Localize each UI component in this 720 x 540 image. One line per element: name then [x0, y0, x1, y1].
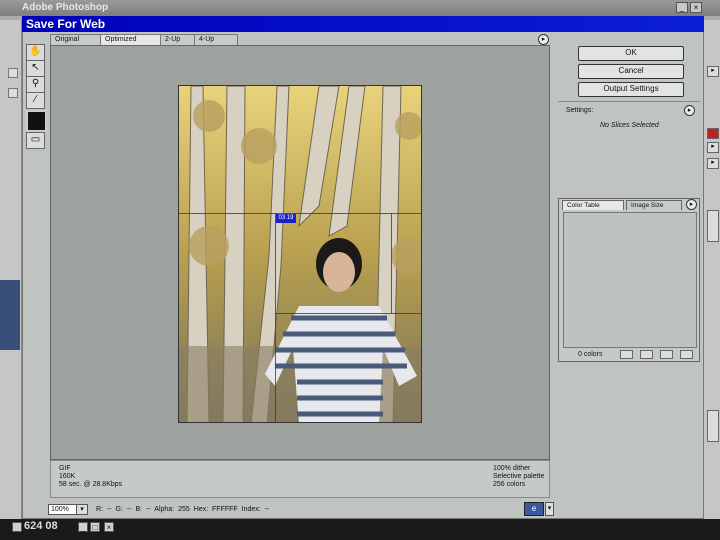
minimize-icon[interactable]: _: [676, 2, 688, 13]
info-format: GIF: [59, 465, 71, 472]
doc-control-icon[interactable]: [8, 88, 18, 98]
settings-label: Settings:: [566, 107, 594, 114]
zoom-tool-icon[interactable]: ⚲: [26, 76, 45, 93]
close-icon[interactable]: ×: [690, 2, 702, 13]
palette-strip: ▸ ▸ ▸: [703, 20, 720, 520]
background-image-fragment: [0, 280, 20, 350]
no-slices-message: No Slices Selected: [600, 122, 659, 129]
divider: [558, 101, 700, 102]
preview-tabs: Original Optimized 2-Up 4-Up: [50, 34, 550, 46]
color-count: 0 colors: [578, 351, 603, 358]
restore-icon[interactable]: [12, 522, 22, 532]
info-dither: 100% dither: [493, 465, 531, 472]
dialog-titlebar: Save For Web: [22, 16, 704, 32]
preview-menu-icon[interactable]: ▸: [538, 34, 549, 45]
slice-select-tool-icon[interactable]: ↖: [26, 60, 45, 77]
close-icon[interactable]: ×: [104, 522, 114, 532]
tool-column: ✋ ↖ ⚲ ⁄ ▭: [26, 44, 47, 150]
preview-in-browser-button[interactable]: e: [524, 502, 544, 516]
info-download-time: 58 sec. @ 28.8Kbps: [59, 481, 123, 488]
optimization-info: GIF 160K 58 sec. @ 28.8Kbps 100% dither …: [50, 460, 550, 498]
settings-menu-icon[interactable]: ▸: [684, 105, 695, 116]
eyedropper-tool-icon[interactable]: ⁄: [26, 92, 45, 109]
slice-boundary: [179, 213, 421, 214]
background-document-strip: [0, 20, 22, 520]
scrollbar-icon[interactable]: [707, 210, 719, 242]
color-table-swatches[interactable]: [563, 212, 697, 348]
lock-color-icon[interactable]: [640, 350, 653, 359]
palette-icon[interactable]: ▸: [707, 158, 719, 169]
delete-color-icon[interactable]: [680, 350, 693, 359]
info-palette: Selective palette: [493, 473, 545, 480]
color-swatch-icon[interactable]: [707, 128, 719, 139]
slice-boundary: [275, 213, 276, 422]
preview-image[interactable]: [178, 85, 422, 423]
ok-button[interactable]: OK: [578, 46, 684, 61]
output-settings-button[interactable]: Output Settings: [578, 82, 684, 97]
toggle-slices-icon[interactable]: ▭: [26, 132, 45, 149]
browser-dropdown-icon[interactable]: ▾: [545, 502, 554, 516]
minimize-icon[interactable]: _: [78, 522, 88, 532]
palette-icon[interactable]: ▸: [707, 66, 719, 77]
doc-control-icon[interactable]: [8, 68, 18, 78]
new-color-icon[interactable]: [660, 350, 673, 359]
taskbar-title: 624 08: [24, 520, 58, 532]
pixel-readout: R: -- G: -- B: -- Alpha: 255 Hex: FFFFFF…: [96, 506, 270, 513]
color-table-menu-icon[interactable]: ▸: [686, 199, 697, 210]
info-colors: 256 colors: [493, 481, 526, 488]
slice-number-badge[interactable]: 03 19: [276, 214, 296, 223]
palette-icon[interactable]: ▸: [707, 142, 719, 153]
photoshop-title: Adobe Photoshop: [22, 2, 109, 13]
zoom-dropdown-icon[interactable]: ▾: [76, 504, 88, 515]
hand-tool-icon[interactable]: ✋: [26, 44, 45, 61]
tab-color-table[interactable]: Color Table: [562, 200, 624, 210]
maximize-icon[interactable]: □: [90, 522, 100, 532]
cancel-button[interactable]: Cancel: [578, 64, 684, 79]
scrollbar-icon[interactable]: [707, 410, 719, 442]
slice-boundary: [275, 313, 421, 314]
snap-to-web-icon[interactable]: [620, 350, 633, 359]
slice-boundary: [391, 213, 392, 313]
dialog-title: Save For Web: [26, 17, 106, 31]
info-size: 160K: [59, 473, 76, 480]
eyedropper-color-swatch[interactable]: [26, 110, 47, 132]
tab-image-size[interactable]: Image Size: [626, 200, 682, 210]
photo-svg: [179, 86, 421, 422]
